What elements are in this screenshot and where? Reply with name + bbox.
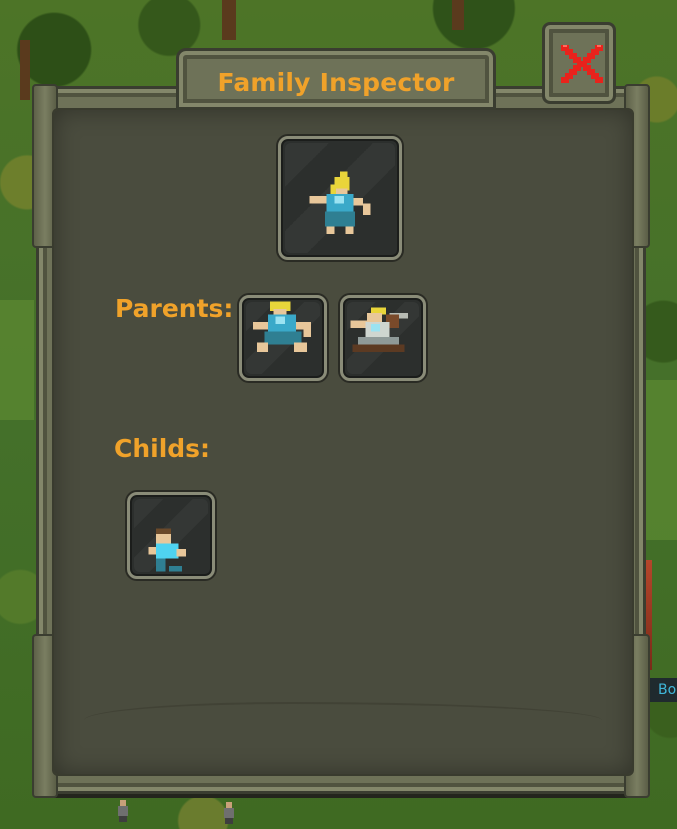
- male-villager-icon: [350, 307, 409, 352]
- child-villager-icon: [148, 528, 186, 572]
- parents-label: Parents:: [115, 294, 234, 323]
- panel-texture: [84, 702, 602, 748]
- parent-portrait-2[interactable]: [340, 295, 426, 381]
- close-button[interactable]: [542, 22, 616, 104]
- tree-trunk: [452, 0, 464, 30]
- female-villager-icon: [309, 171, 371, 235]
- tree-trunk: [222, 0, 236, 40]
- parent-portrait-1[interactable]: [239, 295, 327, 381]
- female-villager-icon: [253, 301, 311, 352]
- tree-trunk: [20, 40, 30, 100]
- map-villager-sprite[interactable]: [116, 800, 130, 822]
- childs-label: Childs:: [114, 434, 211, 463]
- inspected-unit-portrait[interactable]: [278, 136, 402, 260]
- child-portrait-1[interactable]: [127, 492, 215, 579]
- map-villager-sprite[interactable]: [222, 802, 236, 824]
- grass-patch: [0, 300, 34, 420]
- grass-patch: [646, 380, 677, 540]
- dialog-title: Family Inspector: [217, 68, 455, 97]
- close-icon: [561, 45, 603, 83]
